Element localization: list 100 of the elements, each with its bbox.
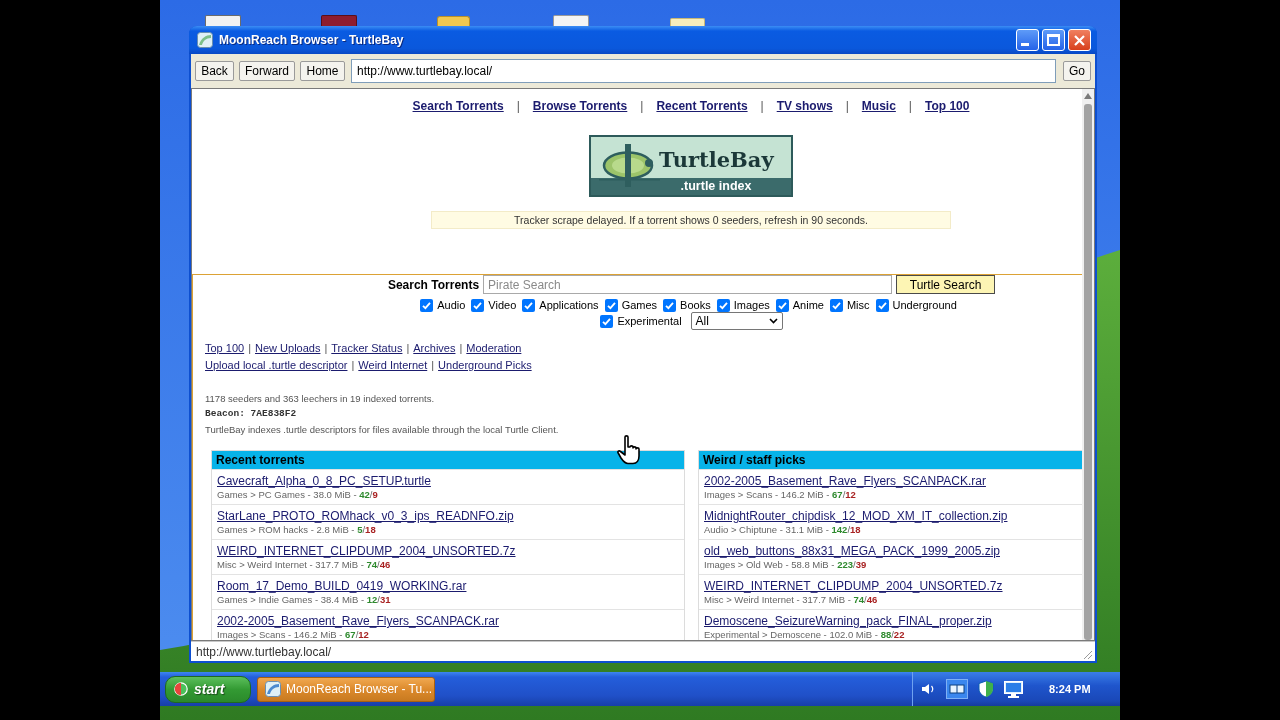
link-separator: | [640,97,644,115]
link-separator: | [908,97,912,115]
link-separator: | [351,358,355,374]
checkbox-label: Books [680,297,711,313]
toolbar-button[interactable]: Forward [239,61,295,81]
checkbox[interactable] [600,314,614,328]
notice-banner: Tracker scrape delayed. If a torrent shows 0 seeders, refresh in 90 seconds. [431,211,951,229]
shield-icon[interactable] [978,680,994,698]
scrollbar[interactable] [1082,89,1094,640]
link-separator: | [324,341,328,357]
torrent-link[interactable]: old_web_buttons_88x31_MEGA_PACK_1999_2005.zip [704,543,1000,559]
nav-link[interactable]: Music [861,96,896,115]
link-separator: | [760,97,764,115]
monitor-icon[interactable] [1004,680,1023,698]
category-select[interactable]: All [690,312,783,330]
panel-header: Weird / staff picks [699,451,1082,469]
torrent-details: Games > PC Games - 38.0 MiB - 42/9 [217,489,378,501]
quick-link[interactable]: Weird Internet [358,357,428,374]
search-field[interactable]: Pirate Search [483,275,893,294]
checkbox[interactable] [522,298,536,312]
maximize-icon [1047,34,1060,46]
quick-link[interactable]: Top 100 [205,340,245,357]
checkbox-label: Games [621,297,658,313]
checkbox-label: Images [733,297,770,313]
nav-link[interactable]: Recent Torrents [656,96,748,115]
checkbox[interactable] [420,298,434,312]
torrent-details: Games > Indie Games - 38.4 MiB - 12/31 [217,594,391,606]
torrent-link[interactable]: 2002-2005_Basement_Rave_Flyers_SCANPACK.rar [217,613,499,629]
nav-link[interactable]: Top 100 [924,96,970,115]
desktop-icon[interactable] [205,15,241,26]
link-separator: | [845,97,849,115]
quick-link[interactable]: Archives [413,340,456,357]
minimize-button[interactable] [1016,29,1039,51]
window-title: MoonReach Browser - TurtleBay [219,32,404,49]
panel-header: Recent torrents [212,451,684,469]
quick-link[interactable]: Upload local .turtle descriptor [205,357,348,374]
torrent-link[interactable]: Demoscene_SeizureWarning_pack_FINAL_proper.zip [704,613,992,629]
torrent-details: Audio > Chiptune - 31.1 MiB - 142/18 [704,524,861,536]
start-button[interactable]: start [165,675,251,703]
link-separator: | [459,341,463,357]
link-separator: | [516,97,520,115]
speaker-icon[interactable] [921,683,936,695]
nav-link[interactable]: TV shows [776,96,833,115]
link-separator: | [431,358,435,374]
beacon-text: Beacon: 7AE838F2 [205,407,297,421]
browser-icon [197,32,213,48]
torrent-link[interactable]: Room_17_Demo_BUILD_0419_WORKING.rar [217,578,467,594]
checkbox[interactable] [716,298,730,312]
checkbox-label: Audio [437,297,466,313]
torrent-link[interactable]: 2002-2005_Basement_Rave_Flyers_SCANPACK.rar [704,473,986,489]
toolbar-button[interactable]: Home [300,61,345,81]
quick-link[interactable]: New Uploads [255,340,321,357]
torrent-link[interactable]: Cavecraft_Alpha_0_8_PC_SETUP.turtle [217,473,431,489]
torrent-details: Images > Scans - 146.2 MiB - 67/12 [217,629,369,640]
checkbox-label: Anime [792,297,824,313]
checkbox-label: Underground [892,297,957,313]
logo-subtitle: .turtle index [591,178,791,195]
torrent-details: Misc > Weird Internet - 317.7 MiB - 74/46 [217,559,391,571]
quick-link[interactable]: Moderation [466,340,522,357]
status-text: http://www.turtlebay.local/ [196,643,332,661]
torrent-details: Images > Old Web - 58.8 MiB - 223/39 [704,559,867,571]
resize-grip-icon[interactable] [1083,650,1093,660]
toolbar-button[interactable]: Back [195,61,234,81]
browser-icon [265,681,281,697]
torrent-link[interactable]: WEIRD_INTERNET_CLIPDUMP_2004_UNSORTED.7z [217,543,516,559]
close-button[interactable] [1068,29,1091,51]
checkbox[interactable] [775,298,789,312]
torrent-link[interactable]: StarLane_PROTO_ROMhack_v0_3_ips_READNFO.zip [217,508,514,524]
checkbox-label: Experimental [617,313,682,329]
maximize-button[interactable] [1042,29,1065,51]
checkbox[interactable] [604,298,618,312]
checkbox[interactable] [663,298,677,312]
about-text: TurtleBay indexes .turtle descriptors for files available through the local Turtle Client. [205,423,559,437]
start-logo-icon [174,682,188,696]
quick-link[interactable]: Tracker Status [331,340,403,357]
nav-link[interactable]: Search Torrents [412,96,504,115]
torrent-link[interactable]: WEIRD_INTERNET_CLIPDUMP_2004_UNSORTED.7z [704,578,1003,594]
quick-link[interactable]: Underground Picks [438,357,532,374]
link-separator: | [406,341,410,357]
go-button[interactable]: Go [1063,61,1091,81]
address-field[interactable]: http://www.turtlebay.local/ [351,59,1056,83]
checkbox[interactable] [875,298,889,312]
search-button[interactable]: Turtle Search [896,275,996,294]
checkbox-label: Misc [846,297,870,313]
checkbox[interactable] [829,298,843,312]
window-icon[interactable] [946,679,968,699]
search-label: Search Torrents [387,276,480,294]
close-icon [1074,34,1085,46]
torrent-details: Experimental > Demoscene - 102.0 MiB - 88/22 [704,629,905,640]
torrent-link[interactable]: MidnightRouter_chipdisk_12_MOD_XM_IT_collection.zip [704,508,1008,524]
logo-title: TurtleBay [659,149,774,170]
stats-text: 1178 seeders and 363 leechers in 19 indexed torrents. [205,392,435,406]
desktop-icon[interactable] [553,15,589,26]
torrent-details: Images > Scans - 146.2 MiB - 67/12 [704,489,856,501]
nav-link[interactable]: Browse Torrents [532,96,628,115]
scroll-up-icon[interactable] [1084,93,1092,99]
scrollbar-thumb[interactable] [1084,104,1092,640]
checkbox[interactable] [471,298,485,312]
torrent-details: Games > ROM hacks - 2.8 MiB - 5/18 [217,524,376,536]
torrent-details: Misc > Weird Internet - 317.7 MiB - 74/46 [704,594,878,606]
